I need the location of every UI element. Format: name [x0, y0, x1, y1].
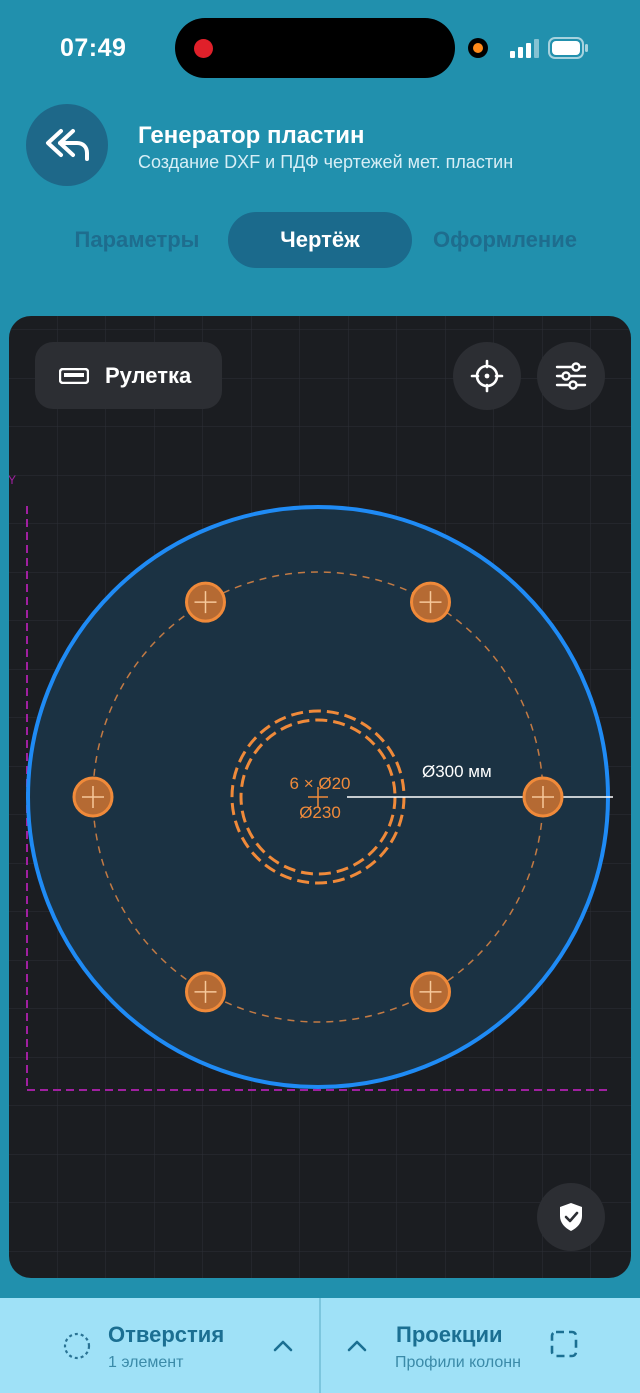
bolt-hole: [185, 971, 226, 1013]
dashed-circle-icon: [63, 1332, 91, 1360]
chevron-up-icon: [273, 1340, 293, 1352]
ruler-button[interactable]: Рулетка: [35, 342, 222, 409]
back-double-arrow-icon: [46, 129, 89, 161]
app-header: Генератор пластин Создание DXF и ПДФ чер…: [0, 100, 640, 190]
bolt-hole: [410, 581, 451, 623]
settings-button[interactable]: [537, 342, 605, 410]
chevron-up-icon: [347, 1340, 367, 1352]
bolt-hole: [522, 776, 564, 818]
ruler-button-label: Рулетка: [105, 362, 192, 388]
inner-diameter-label: Ø230: [299, 803, 341, 822]
dynamic-island: [175, 18, 455, 78]
page-title: Генератор пластин: [138, 122, 365, 149]
camera-indicator-icon: [468, 38, 488, 58]
holes-panel-button[interactable]: Отверстия 1 элемент: [0, 1298, 318, 1393]
battery-icon: [548, 37, 588, 59]
holes-panel-title: Отверстия: [108, 1322, 225, 1347]
bolt-hole: [185, 581, 226, 623]
drawing-canvas[interactable]: Y 6 × Ø20 Ø230 Ø300 мм Рулетка: [9, 316, 631, 1278]
ruler-icon: [59, 367, 89, 384]
tab-bar: Параметры Чертёж Оформление: [0, 212, 640, 270]
page-subtitle: Создание DXF и ПДФ чертежей мет. пластин: [138, 152, 514, 172]
bottom-bar: Отверстия 1 элемент Проекции Профили кол…: [0, 1298, 640, 1393]
tab-design[interactable]: Оформление: [418, 212, 592, 268]
status-bar: 07:49: [0, 0, 640, 95]
back-button[interactable]: [26, 104, 108, 186]
projections-panel-button[interactable]: Проекции Профили колонн: [321, 1298, 640, 1393]
holes-panel-subtitle: 1 элемент: [108, 1354, 184, 1371]
tab-drawing[interactable]: Чертёж: [228, 212, 412, 268]
bolt-hole: [72, 776, 114, 818]
center-view-button[interactable]: [453, 342, 521, 410]
shield-check-icon: [560, 1203, 582, 1231]
status-time: 07:49: [60, 34, 127, 62]
axis-y-label: Y: [9, 473, 16, 487]
recording-dot-icon: [194, 39, 213, 58]
drawing-svg: Y 6 × Ø20 Ø230 Ø300 мм: [9, 316, 631, 1278]
bolt-hole: [410, 971, 451, 1013]
sliders-icon: [555, 362, 587, 390]
crosshair-icon: [470, 359, 504, 393]
projections-panel-subtitle: Профили колонн: [395, 1354, 521, 1371]
tab-parameters[interactable]: Параметры: [52, 212, 222, 268]
projections-panel-title: Проекции: [396, 1322, 503, 1347]
verify-button[interactable]: [537, 1183, 605, 1251]
signal-icon: [510, 39, 539, 58]
dashed-square-icon: [550, 1330, 578, 1358]
outer-diameter-label: Ø300 мм: [422, 762, 492, 781]
holes-label: 6 × Ø20: [290, 774, 351, 793]
